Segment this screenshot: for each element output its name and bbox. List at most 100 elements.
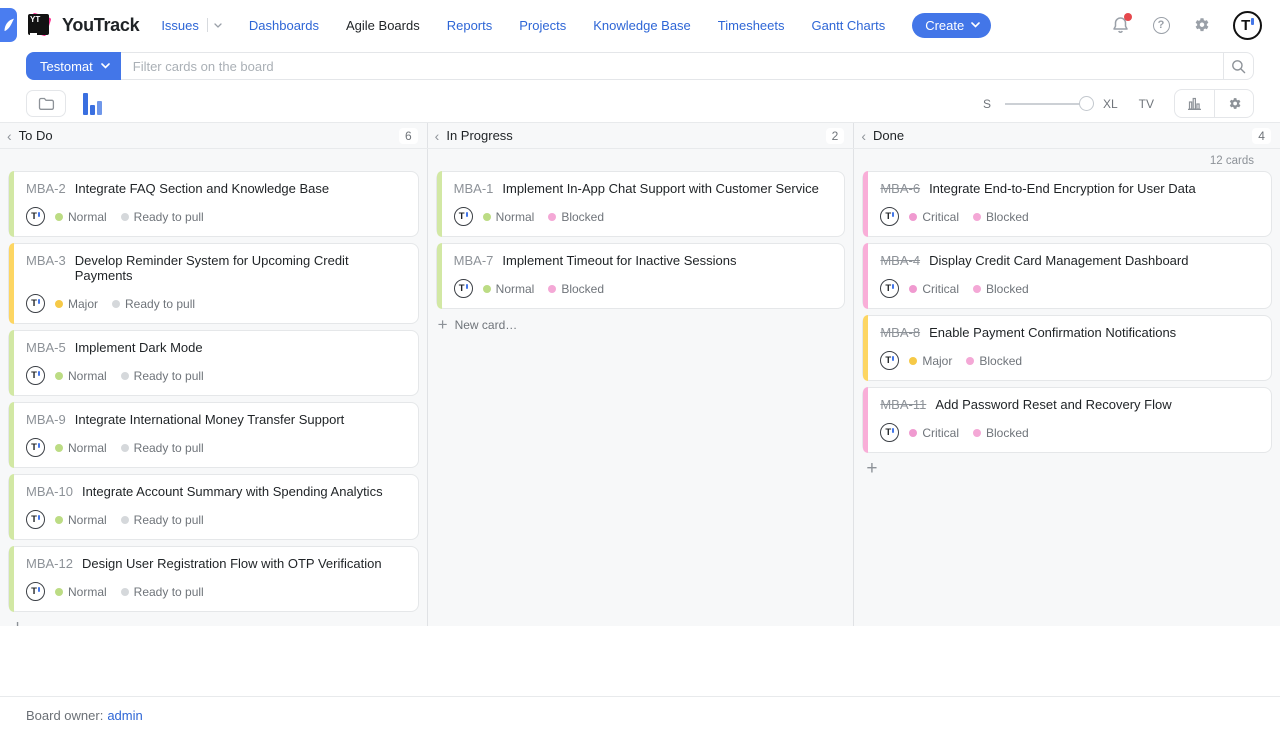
create-button[interactable]: Create <box>912 13 991 38</box>
card-id[interactable]: MBA-10 <box>26 484 73 499</box>
card-id[interactable]: MBA-5 <box>26 340 66 355</box>
card-priority[interactable]: Normal <box>55 585 107 599</box>
card-state[interactable]: Ready to pull <box>121 369 204 383</box>
card-title[interactable]: Integrate FAQ Section and Knowledge Base <box>75 181 329 196</box>
card-priority[interactable]: Normal <box>55 513 107 527</box>
card-state[interactable]: Ready to pull <box>121 585 204 599</box>
assignee-avatar[interactable]: T <box>26 294 45 313</box>
search-icon[interactable] <box>1223 53 1253 79</box>
card-title[interactable]: Display Credit Card Management Dashboard <box>929 253 1188 268</box>
settings-gear-icon[interactable] <box>1192 15 1212 35</box>
add-card-button[interactable]: + <box>12 618 23 626</box>
card-mba-1[interactable]: MBA-1Implement In-App Chat Support with … <box>436 171 846 237</box>
card-mba-3[interactable]: MBA-3 Develop Reminder System for Upcomin… <box>8 243 419 324</box>
nav-item-dashboards[interactable]: Dashboards <box>249 18 319 33</box>
card-priority[interactable]: Normal <box>55 210 107 224</box>
card-state[interactable]: Blocked <box>966 354 1022 368</box>
card-id[interactable]: MBA-11 <box>880 397 926 412</box>
filter-cards-input[interactable] <box>121 53 1223 79</box>
card-title[interactable]: Implement In-App Chat Support with Custo… <box>502 181 818 196</box>
assignee-avatar[interactable]: T <box>454 279 473 298</box>
card-mba-5[interactable]: MBA-5 Implement Dark Mode T Normal Ready to … <box>8 330 419 396</box>
card-priority[interactable]: Normal <box>55 369 107 383</box>
assignee-avatar[interactable]: T <box>880 423 899 442</box>
card-priority[interactable]: Normal <box>55 441 107 455</box>
collapse-column-icon[interactable]: ‹ <box>861 129 866 143</box>
board-settings-button[interactable] <box>1214 90 1253 117</box>
card-title[interactable]: Implement Timeout for Inactive Sessions <box>502 253 736 268</box>
card-priority[interactable]: Normal <box>483 210 535 224</box>
nav-item-issues[interactable]: Issues <box>161 18 222 33</box>
tv-mode-button[interactable]: TV <box>1139 97 1154 111</box>
card-priority[interactable]: Critical <box>909 210 959 224</box>
card-id[interactable]: MBA-2 <box>26 181 66 196</box>
project-selector-button[interactable]: Testomat <box>26 52 121 80</box>
card-state[interactable]: Blocked <box>973 210 1029 224</box>
assignee-avatar[interactable]: T <box>26 510 45 529</box>
card-priority[interactable]: Major <box>909 354 952 368</box>
card-mba-2[interactable]: MBA-2 Integrate FAQ Section and Knowledge… <box>8 171 419 237</box>
card-priority[interactable]: Normal <box>483 282 535 296</box>
card-title[interactable]: Implement Dark Mode <box>75 340 203 355</box>
chevron-down-icon[interactable] <box>214 23 222 28</box>
card-state[interactable]: Blocked <box>548 210 604 224</box>
card-id[interactable]: MBA-9 <box>26 412 66 427</box>
nav-item-knowledge-base[interactable]: Knowledge Base <box>593 18 691 33</box>
card-title[interactable]: Integrate Account Summary with Spending … <box>82 484 383 499</box>
card-mba-9[interactable]: MBA-9 Integrate International Money Trans… <box>8 402 419 468</box>
assignee-avatar[interactable]: T <box>880 207 899 226</box>
burndown-chart-toggle[interactable] <box>83 93 102 115</box>
card-mba-4[interactable]: MBA-4 Display Credit Card Management Dash… <box>862 243 1272 309</box>
assignee-avatar[interactable]: T <box>454 207 473 226</box>
add-card-button[interactable]: + <box>866 459 877 478</box>
card-state[interactable]: Blocked <box>973 426 1029 440</box>
card-id[interactable]: MBA-4 <box>880 253 920 268</box>
nav-item-projects[interactable]: Projects <box>519 18 566 33</box>
card-title[interactable]: Develop Reminder System for Upcoming Cre… <box>75 253 406 283</box>
nav-item-timesheets[interactable]: Timesheets <box>718 18 785 33</box>
assignee-avatar[interactable]: T <box>26 366 45 385</box>
card-mba-12[interactable]: MBA-12 Design User Registration Flow with… <box>8 546 419 612</box>
card-mba-6[interactable]: MBA-6 Integrate End-to-End Encryption for… <box>862 171 1272 237</box>
card-id[interactable]: MBA-6 <box>880 181 920 196</box>
sidebar-extension-tab[interactable] <box>0 8 17 42</box>
notifications-bell-icon[interactable] <box>1110 15 1130 35</box>
card-state[interactable]: Ready to pull <box>121 513 204 527</box>
nav-item-reports[interactable]: Reports <box>447 18 493 33</box>
card-priority[interactable]: Critical <box>909 282 959 296</box>
card-mba-7[interactable]: MBA-7 Implement Timeout for Inactive Sess… <box>436 243 846 309</box>
assignee-avatar[interactable]: T <box>880 279 899 298</box>
chart-view-button[interactable] <box>1175 90 1214 117</box>
card-priority[interactable]: Major <box>55 297 98 311</box>
card-title[interactable]: Integrate International Money Transfer S… <box>75 412 345 427</box>
assignee-avatar[interactable]: T <box>26 207 45 226</box>
card-id[interactable]: MBA-3 <box>26 253 66 268</box>
card-title[interactable]: Design User Registration Flow with OTP V… <box>82 556 382 571</box>
card-size-slider[interactable] <box>1005 103 1093 105</box>
board-owner-link[interactable]: admin <box>107 708 142 723</box>
assignee-avatar[interactable]: T <box>26 582 45 601</box>
sprint-folder-button[interactable] <box>26 90 66 117</box>
nav-item-gantt-charts[interactable]: Gantt Charts <box>812 18 886 33</box>
card-id[interactable]: MBA-12 <box>26 556 73 571</box>
new-card-button[interactable]: +New card… <box>438 315 518 335</box>
assignee-avatar[interactable]: T <box>26 438 45 457</box>
card-state[interactable]: Ready to pull <box>112 297 195 311</box>
card-title[interactable]: Integrate End-to-End Encryption for User… <box>929 181 1196 196</box>
card-id[interactable]: MBA-7 <box>454 253 494 268</box>
card-size-slider-knob[interactable] <box>1079 96 1094 111</box>
youtrack-logo[interactable]: YT YouTrack <box>27 12 139 38</box>
card-state[interactable]: Blocked <box>973 282 1029 296</box>
help-icon[interactable]: ? <box>1151 15 1171 35</box>
card-priority[interactable]: Critical <box>909 426 959 440</box>
collapse-column-icon[interactable]: ‹ <box>435 129 440 143</box>
card-state[interactable]: Blocked <box>548 282 604 296</box>
card-mba-8[interactable]: MBA-8Enable Payment Confirmation Notific… <box>862 315 1272 381</box>
nav-item-agile-boards[interactable]: Agile Boards <box>346 18 420 33</box>
card-mba-10[interactable]: MBA-10 Integrate Account Summary with Spe… <box>8 474 419 540</box>
card-state[interactable]: Ready to pull <box>121 210 204 224</box>
assignee-avatar[interactable]: T <box>880 351 899 370</box>
card-state[interactable]: Ready to pull <box>121 441 204 455</box>
card-mba-11[interactable]: MBA-11 Add Password Reset and Recovery Fl… <box>862 387 1272 453</box>
card-title[interactable]: Add Password Reset and Recovery Flow <box>935 397 1171 412</box>
